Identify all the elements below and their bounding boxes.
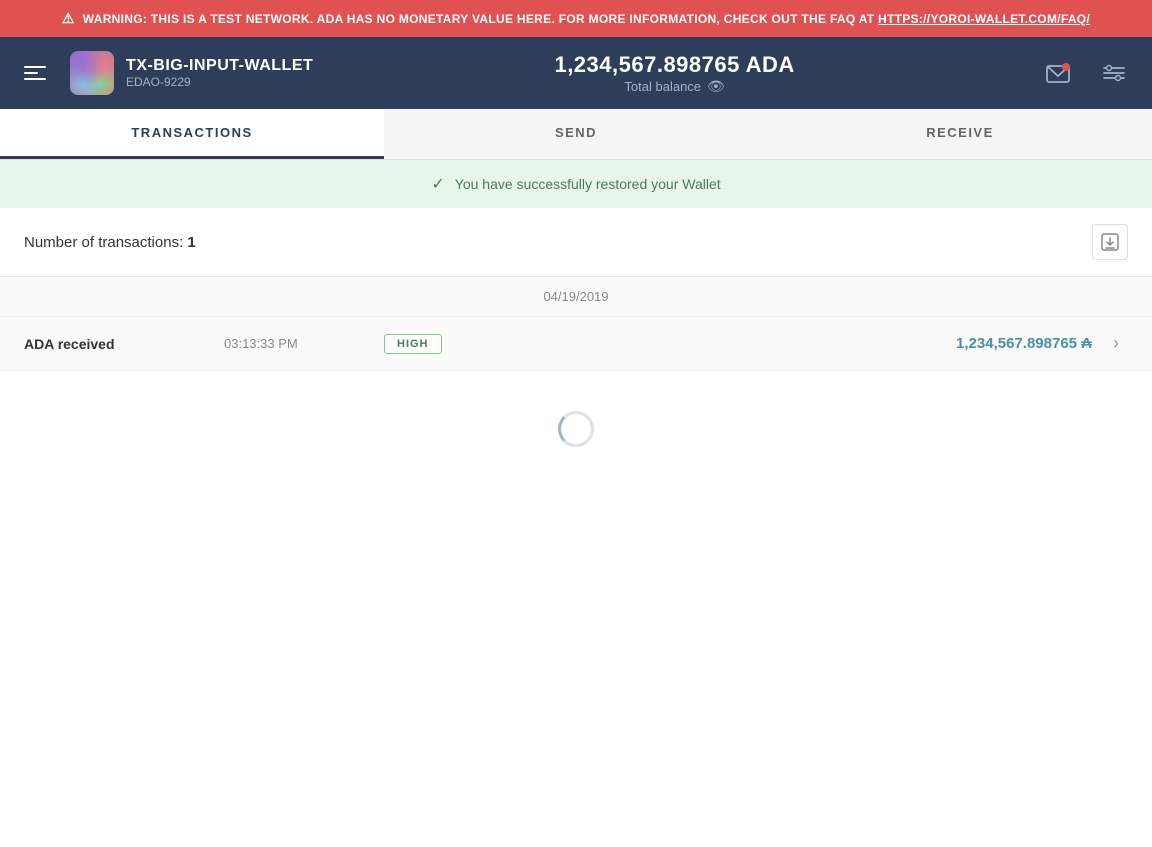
expand-button[interactable]: › (1104, 333, 1128, 354)
menu-button[interactable] (16, 58, 54, 88)
nav-tabs: TRANSACTIONS SEND RECEIVE (0, 109, 1152, 160)
transaction-label: ADA received (24, 336, 224, 352)
eye-icon[interactable]: 👁 (707, 78, 725, 95)
notifications-button[interactable] (1036, 51, 1080, 95)
success-message: You have successfully restored your Wall… (455, 176, 721, 192)
settings-button[interactable] (1092, 51, 1136, 95)
wallet-name: TX-BIG-INPUT-WALLET (126, 57, 313, 75)
menu-line-3 (24, 78, 46, 80)
balance-amount: 1,234,567.898765 ADA (554, 52, 794, 78)
menu-line-1 (24, 66, 46, 68)
table-row: ADA received 03:13:33 PM HIGH 1,234,567.… (0, 317, 1152, 371)
menu-line-2 (24, 72, 38, 74)
warning-icon: ⚠ (62, 10, 75, 27)
loading-container (0, 371, 1152, 487)
warning-banner: ⚠ WARNING: THIS IS A TEST NETWORK. ADA H… (0, 0, 1152, 37)
wallet-info: TX-BIG-INPUT-WALLET EDAO-9229 (70, 51, 313, 95)
success-banner: ✓ You have successfully restored your Wa… (0, 160, 1152, 208)
main-content: Number of transactions: 1 04/19/2019 ADA… (0, 208, 1152, 487)
tab-send[interactable]: SEND (384, 109, 768, 159)
wallet-name-section: TX-BIG-INPUT-WALLET EDAO-9229 (126, 57, 313, 89)
wallet-id: EDAO-9229 (126, 75, 313, 89)
loading-spinner (558, 411, 594, 447)
wallet-avatar (70, 51, 114, 95)
date-separator: 04/19/2019 (0, 277, 1152, 317)
tab-receive[interactable]: RECEIVE (768, 109, 1152, 159)
transactions-count: Number of transactions: 1 (24, 234, 196, 251)
warning-text: WARNING: THIS IS A TEST NETWORK. ADA HAS… (83, 12, 1090, 26)
balance-section: 1,234,567.898765 ADA Total balance 👁 (313, 52, 1036, 95)
tab-transactions[interactable]: TRANSACTIONS (0, 109, 384, 159)
balance-label: Total balance 👁 (624, 78, 724, 95)
status-badge: HIGH (384, 334, 442, 354)
transaction-time: 03:13:33 PM (224, 336, 384, 351)
check-icon: ✓ (431, 174, 444, 194)
header: TX-BIG-INPUT-WALLET EDAO-9229 1,234,567.… (0, 37, 1152, 109)
export-button[interactable] (1092, 224, 1128, 260)
header-actions (1036, 51, 1136, 95)
warning-link[interactable]: HTTPS://YOROI-WALLET.COM/FAQ/ (878, 12, 1090, 26)
transaction-amount: 1,234,567.898765 ₳ (484, 335, 1092, 352)
transactions-header: Number of transactions: 1 (0, 208, 1152, 277)
transaction-badge: HIGH (384, 334, 484, 354)
